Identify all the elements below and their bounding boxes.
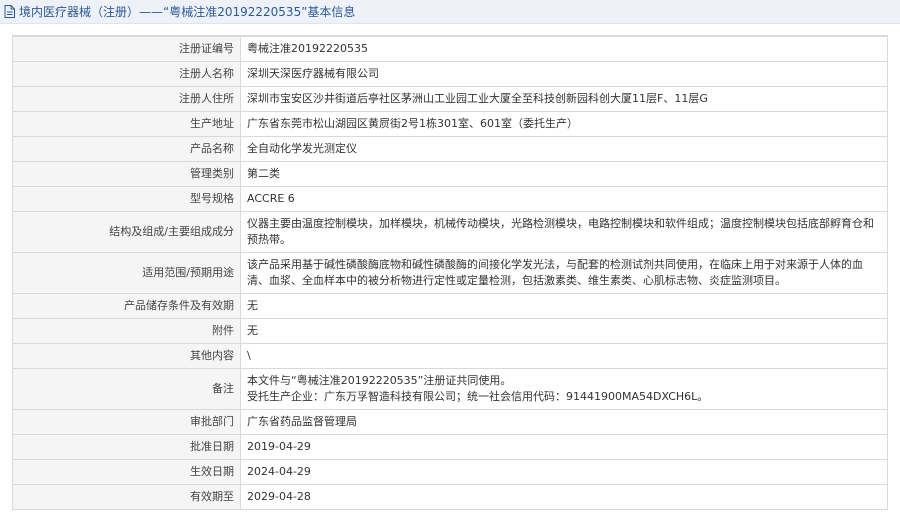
row-label: 审批部门: [12, 409, 241, 435]
row-label: 其他内容: [12, 343, 241, 369]
row-value: 深圳市宝安区沙井街道后亭社区茅洲山工业园工业大厦全至科技创新园科创大厦11层F、…: [240, 86, 888, 112]
table-row: 生效日期 2024-04-29: [12, 459, 888, 485]
row-label: 注册人住所: [12, 86, 241, 112]
row-value: 本文件与“粤械注准20192220535”注册证共同使用。 受托生产企业：广东万…: [240, 368, 888, 410]
info-table-panel: 注册证编号 粤械注准20192220535 注册人名称 深圳天深医疗器械有限公司…: [12, 35, 888, 510]
row-value: 2024-04-29: [240, 459, 888, 485]
page-title: 境内医疗器械（注册）——“粤械注准20192220535”基本信息: [19, 5, 356, 19]
table-row: 审批部门 广东省药品监督管理局: [12, 409, 888, 435]
table-row: 注册证编号 粤械注准20192220535: [12, 36, 888, 62]
row-label: 有效期至: [12, 484, 241, 510]
row-value: 第二类: [240, 161, 888, 187]
info-table: 注册证编号 粤械注准20192220535 注册人名称 深圳天深医疗器械有限公司…: [12, 36, 888, 510]
row-value: 仪器主要由温度控制模块，加样模块，机械传动模块，光路检测模块，电路控制模块和软件…: [240, 211, 888, 253]
row-label: 注册证编号: [12, 36, 241, 62]
document-icon: [4, 5, 15, 18]
table-row: 备注 本文件与“粤械注准20192220535”注册证共同使用。 受托生产企业：…: [12, 368, 888, 410]
row-value: 广东省东莞市松山湖园区黄屃街2号1栋301室、601室（委托生产）: [240, 111, 888, 137]
row-label: 管理类别: [12, 161, 241, 187]
table-row: 生产地址 广东省东莞市松山湖园区黄屃街2号1栋301室、601室（委托生产）: [12, 111, 888, 137]
row-value: 全自动化学发光测定仪: [240, 136, 888, 162]
table-row: 产品储存条件及有效期 无: [12, 293, 888, 319]
row-label: 生产地址: [12, 111, 241, 137]
table-row: 产品名称 全自动化学发光测定仪: [12, 136, 888, 162]
row-label: 产品名称: [12, 136, 241, 162]
table-row: 有效期至 2029-04-28: [12, 484, 888, 510]
row-label: 批准日期: [12, 434, 241, 460]
row-value: 广东省药品监督管理局: [240, 409, 888, 435]
row-value: 2029-04-28: [240, 484, 888, 510]
remark-line: 本文件与“粤械注准20192220535”注册证共同使用。: [247, 374, 512, 387]
table-row: 注册人住所 深圳市宝安区沙井街道后亭社区茅洲山工业园工业大厦全至科技创新园科创大…: [12, 86, 888, 112]
row-value: 该产品采用基于碱性磷酸酶底物和碱性磷酸酶的间接化学发光法，与配套的检测试剂共同使…: [240, 252, 888, 294]
table-row: 批准日期 2019-04-29: [12, 434, 888, 460]
row-value: 粤械注准20192220535: [240, 36, 888, 62]
row-label: 生效日期: [12, 459, 241, 485]
table-row: 结构及组成/主要组成成分 仪器主要由温度控制模块，加样模块，机械传动模块，光路检…: [12, 211, 888, 253]
row-label: 附件: [12, 318, 241, 344]
remark-line: 受托生产企业：广东万孚智造科技有限公司；统一社会信用代码：91441900MA5…: [247, 390, 709, 403]
table-row: 附件 无: [12, 318, 888, 344]
row-value: 无: [240, 293, 888, 319]
table-row: 注册人名称 深圳天深医疗器械有限公司: [12, 61, 888, 87]
row-label: 备注: [12, 368, 241, 410]
row-label: 结构及组成/主要组成成分: [12, 211, 241, 253]
row-label: 产品储存条件及有效期: [12, 293, 241, 319]
row-label: 适用范围/预期用途: [12, 252, 241, 294]
table-row: 适用范围/预期用途 该产品采用基于碱性磷酸酶底物和碱性磷酸酶的间接化学发光法，与…: [12, 252, 888, 294]
row-label: 注册人名称: [12, 61, 241, 87]
row-value: \: [240, 343, 888, 369]
row-value: 2019-04-29: [240, 434, 888, 460]
page-header: 境内医疗器械（注册）——“粤械注准20192220535”基本信息: [0, 0, 900, 24]
row-value: 无: [240, 318, 888, 344]
row-value: ACCRE 6: [240, 186, 888, 212]
row-value: 深圳天深医疗器械有限公司: [240, 61, 888, 87]
table-row: 管理类别 第二类: [12, 161, 888, 187]
table-row: 型号规格 ACCRE 6: [12, 186, 888, 212]
row-label: 型号规格: [12, 186, 241, 212]
table-row: 其他内容 \: [12, 343, 888, 369]
